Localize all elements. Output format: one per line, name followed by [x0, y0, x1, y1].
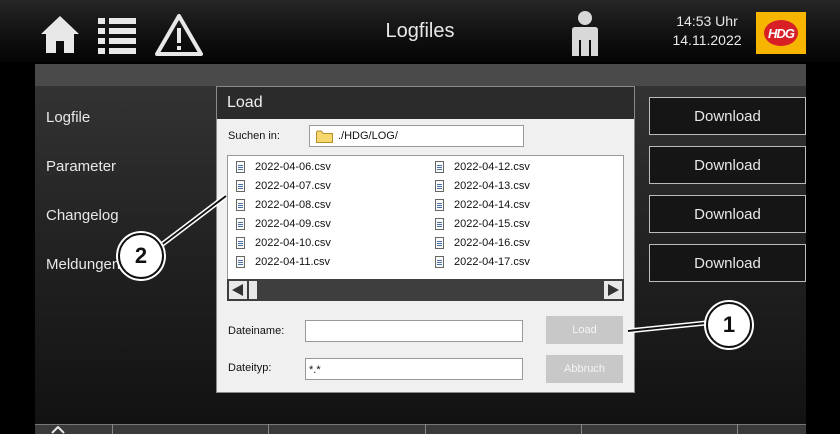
file-icon: [435, 218, 444, 230]
sidebar-item-parameter[interactable]: Parameter: [46, 158, 116, 175]
file-icon: [236, 237, 245, 249]
warning-icon[interactable]: [155, 14, 203, 56]
file-icon: [435, 199, 444, 211]
load-button[interactable]: Load: [546, 316, 623, 344]
logo-badge: HDG: [764, 20, 798, 46]
header-bar: Logfiles 14:53 Uhr 14.11.2022 HDG: [0, 0, 840, 62]
clock-date: 14.11.2022: [672, 32, 742, 48]
path-field[interactable]: ./HDG/LOG/: [309, 125, 524, 147]
path-value: ./HDG/LOG/: [338, 130, 398, 142]
filename-field[interactable]: [305, 320, 523, 342]
file-icon: [435, 180, 444, 192]
file-icon: [435, 161, 444, 173]
arrow-left-icon: [232, 284, 243, 296]
sub-header-strip: [35, 64, 806, 86]
callout-1: 1: [706, 302, 752, 348]
dialog-title: Load: [217, 87, 634, 119]
file-icon: [236, 161, 245, 173]
file-item[interactable]: 2022-04-12.csv: [431, 158, 530, 176]
file-item[interactable]: 2022-04-14.csv: [431, 196, 530, 214]
file-item[interactable]: 2022-04-17.csv: [431, 253, 530, 271]
file-icon: [435, 256, 444, 268]
bottom-nav-divider: [737, 424, 738, 434]
clock: 14:53 Uhr 14.11.2022: [662, 12, 752, 50]
scroll-right-button[interactable]: [604, 281, 622, 299]
bottom-nav-divider: [112, 424, 113, 434]
file-icon: [236, 180, 245, 192]
clock-time: 14:53 Uhr: [676, 13, 738, 29]
load-dialog: Load Suchen in: ./HDG/LOG/ 2022-04-06.cs…: [216, 86, 635, 393]
file-item[interactable]: 2022-04-11.csv: [232, 253, 330, 271]
file-icon: [236, 256, 245, 268]
file-icon: [236, 218, 245, 230]
file-icon: [236, 199, 245, 211]
download-button-logfile[interactable]: Download: [649, 97, 806, 135]
bottom-nav-bar: [35, 424, 806, 434]
download-button-changelog[interactable]: Download: [649, 195, 806, 233]
filetype-field[interactable]: *.*: [305, 358, 523, 380]
horizontal-scrollbar[interactable]: [227, 279, 624, 301]
download-button-parameter[interactable]: Download: [649, 146, 806, 184]
user-icon[interactable]: [569, 10, 601, 56]
arrow-right-icon: [608, 284, 619, 296]
download-button-meldungen[interactable]: Download: [649, 244, 806, 282]
scroll-thumb[interactable]: [249, 281, 257, 299]
home-icon[interactable]: [40, 14, 80, 54]
page-title: Logfiles: [385, 20, 455, 42]
file-list[interactable]: 2022-04-06.csv 2022-04-07.csv 2022-04-08…: [227, 155, 624, 299]
file-item[interactable]: 2022-04-08.csv: [232, 196, 331, 214]
file-item[interactable]: 2022-04-10.csv: [232, 234, 331, 252]
file-item[interactable]: 2022-04-06.csv: [232, 158, 331, 176]
bottom-nav-divider: [425, 424, 426, 434]
sidebar-item-logfile[interactable]: Logfile: [46, 109, 90, 126]
bottom-nav-divider: [268, 424, 269, 434]
sidebar-item-changelog[interactable]: Changelog: [46, 207, 119, 224]
file-item[interactable]: 2022-04-16.csv: [431, 234, 530, 252]
file-icon: [435, 237, 444, 249]
filename-label: Dateiname:: [228, 325, 285, 337]
file-item[interactable]: 2022-04-13.csv: [431, 177, 530, 195]
hdg-logo: HDG: [756, 12, 806, 54]
sidebar-item-meldungen[interactable]: Meldungen: [46, 256, 120, 273]
filetype-label: Dateityp:: [228, 362, 272, 374]
file-item[interactable]: 2022-04-09.csv: [232, 215, 331, 233]
list-icon[interactable]: [98, 14, 136, 54]
back-icon[interactable]: [50, 426, 66, 434]
file-item[interactable]: 2022-04-15.csv: [431, 215, 530, 233]
search-in-label: Suchen in:: [228, 130, 280, 142]
bottom-nav-divider: [581, 424, 582, 434]
scroll-left-button[interactable]: [229, 281, 247, 299]
callout-2: 2: [118, 233, 164, 279]
folder-icon: [316, 130, 333, 143]
file-item[interactable]: 2022-04-07.csv: [232, 177, 331, 195]
cancel-button[interactable]: Abbruch: [546, 355, 623, 383]
